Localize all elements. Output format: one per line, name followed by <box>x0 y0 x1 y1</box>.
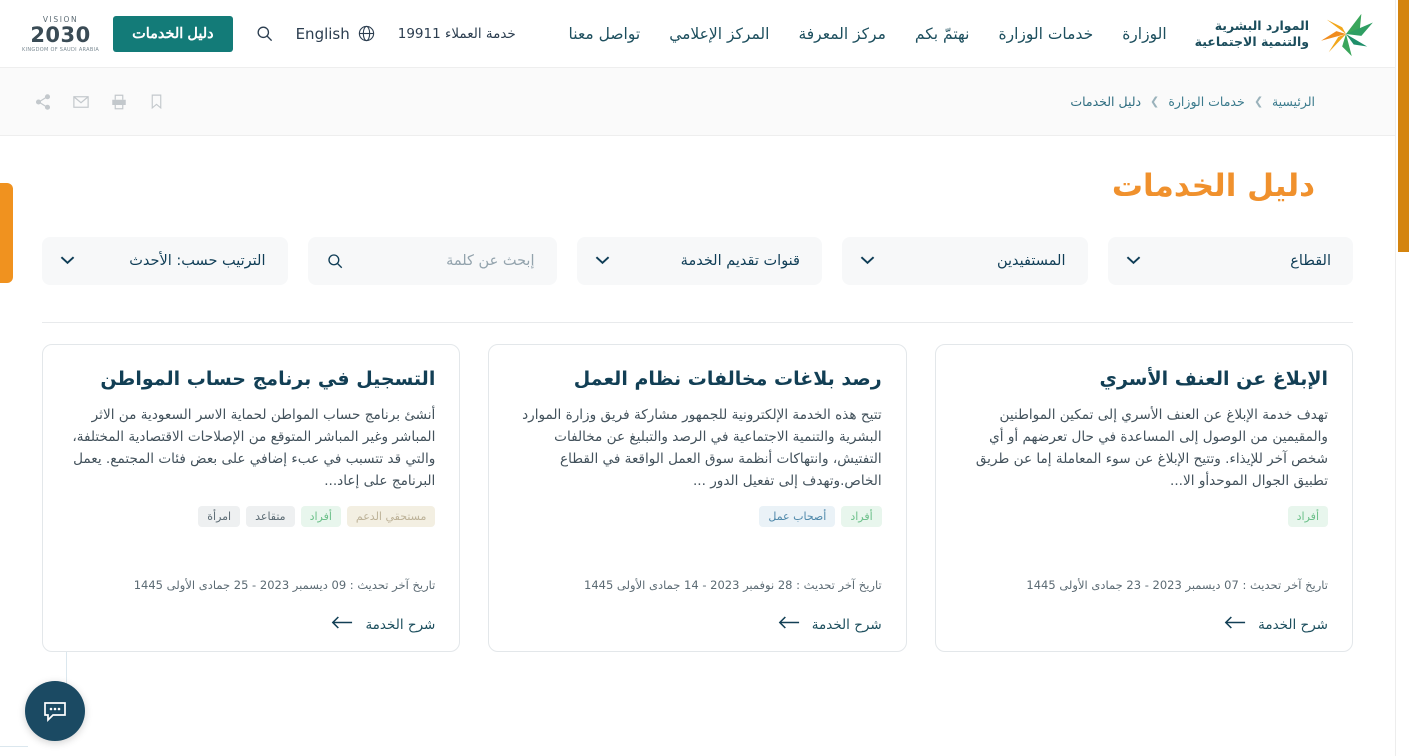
filter-bar: القطاع المستفيدين قنوات تقديم الخدمة إبح… <box>0 237 1395 285</box>
breadcrumb-home[interactable]: الرئيسية <box>1272 94 1315 109</box>
search-button[interactable] <box>255 24 274 43</box>
customer-service-text: خدمة العملاء 19911 <box>397 25 516 42</box>
service-card-date: تاريخ آخر تحديث : 07 ديسمبر 2023 - 23 جم… <box>1026 578 1328 592</box>
service-card-tags: أفراد <box>960 505 1328 527</box>
email-icon <box>73 95 89 108</box>
chat-bubble-icon <box>44 702 66 723</box>
breadcrumb-bar: الرئيسية ❮ خدمات الوزارة ❮ دليل الخدمات <box>0 68 1395 136</box>
service-card-title: الإبلاغ عن العنف الأسري <box>1099 368 1328 390</box>
language-switcher[interactable]: English <box>296 24 376 43</box>
side-feedback-tab[interactable] <box>0 183 13 283</box>
filter-sort[interactable]: الترتيب حسب: الأحدث <box>42 237 288 285</box>
brand-line-1: الموارد البشرية <box>1214 17 1309 33</box>
tag-badge[interactable]: أفراد <box>841 505 882 527</box>
service-details-link[interactable]: شرح الخدمة <box>513 616 882 633</box>
breadcrumb: الرئيسية ❮ خدمات الوزارة ❮ دليل الخدمات <box>1070 94 1315 109</box>
vision-year-text: 2030 <box>30 22 91 47</box>
bookmark-icon <box>151 94 162 110</box>
service-card-description: تهدف خدمة الإبلاغ عن العنف الأسري إلى تم… <box>975 406 1328 489</box>
tag-badge[interactable]: مستحقي الدعم <box>346 505 436 527</box>
services-guide-button[interactable]: دليل الخدمات <box>113 15 233 52</box>
service-details-label: شرح الخدمة <box>811 616 882 633</box>
service-card-title: التسجيل في برنامج حساب المواطن <box>100 368 436 390</box>
service-card-title: رصد بلاغات مخالفات نظام العمل <box>573 368 882 390</box>
service-card[interactable]: رصد بلاغات مخالفات نظام العمل تتيح هذه ا… <box>488 344 907 652</box>
page-title: دليل الخدمات <box>1111 167 1315 204</box>
arrow-left-icon <box>1224 616 1246 633</box>
breadcrumb-ministry-services[interactable]: خدمات الوزارة <box>1168 94 1244 109</box>
header-utilities: خدمة العملاء 19911 English دليل الخدمات <box>113 15 516 52</box>
service-card-description: أنشئ برنامج حساب المواطن لحماية الاسر ال… <box>72 406 436 489</box>
nav-contact-us[interactable]: تواصل معنا <box>569 21 641 47</box>
language-label: English <box>295 24 350 43</box>
search-input[interactable] <box>353 253 535 269</box>
page-scrollbar[interactable] <box>1395 0 1410 756</box>
tag-badge[interactable]: أفراد <box>1287 505 1328 527</box>
page-tools <box>34 93 165 111</box>
search-field-wrapper[interactable] <box>307 237 557 285</box>
service-card[interactable]: الإبلاغ عن العنف الأسري تهدف خدمة الإبلا… <box>934 344 1353 652</box>
filter-service-channels[interactable]: قنوات تقديم الخدمة <box>576 237 822 285</box>
nav-we-care[interactable]: نهتمّ بكم <box>915 21 970 47</box>
nav-ministry[interactable]: الوزارة <box>1122 21 1166 47</box>
bookmark-button[interactable] <box>148 93 165 110</box>
chevron-down-icon <box>595 255 610 268</box>
chevron-down-icon <box>1126 255 1141 268</box>
brand-line-2: والتنمية الاجتماعية <box>1194 33 1309 49</box>
breadcrumb-separator-icon: ❮ <box>1150 95 1160 108</box>
print-button[interactable] <box>110 93 128 111</box>
breadcrumb-separator-icon: ❮ <box>1253 95 1263 108</box>
nav-media-center[interactable]: المركز الإعلامي <box>669 21 769 47</box>
main-nav: الوزارة خدمات الوزارة نهتمّ بكم مركز الم… <box>569 21 1167 47</box>
tag-badge[interactable]: أفراد <box>300 505 341 527</box>
service-details-label: شرح الخدمة <box>365 616 436 633</box>
chat-button[interactable] <box>25 681 85 741</box>
vision-2030-logo: VISION 2030 KINGDOM OF SAUDI ARABIA <box>22 15 99 53</box>
hrsd-brand[interactable]: الموارد البشرية والتنمية الاجتماعية <box>1195 10 1375 58</box>
nav-ministry-services[interactable]: خدمات الوزارة <box>998 21 1093 47</box>
chevron-down-icon <box>60 255 75 268</box>
search-icon <box>257 26 272 42</box>
share-button[interactable] <box>34 93 52 111</box>
service-details-label: شرح الخدمة <box>1258 616 1328 633</box>
tag-badge[interactable]: أصحاب عمل <box>759 505 836 527</box>
globe-icon <box>358 25 374 42</box>
arrow-left-icon <box>331 616 353 633</box>
nav-knowledge-center[interactable]: مركز المعرفة <box>798 21 885 47</box>
service-details-link[interactable]: شرح الخدمة <box>67 616 435 633</box>
filter-beneficiaries[interactable]: المستفيدين <box>842 237 1088 285</box>
tag-badge[interactable]: امرأة <box>198 505 241 527</box>
service-cards-grid: الإبلاغ عن العنف الأسري تهدف خدمة الإبلا… <box>0 323 1395 652</box>
print-icon <box>112 94 126 109</box>
chevron-down-icon <box>860 255 875 268</box>
chat-decoration-line-horizontal <box>0 746 28 747</box>
brand-name: الموارد البشرية والتنمية الاجتماعية <box>1195 18 1309 49</box>
search-icon <box>327 254 342 269</box>
filter-sort-label: الترتيب حسب: الأحدث <box>129 253 266 269</box>
service-card[interactable]: التسجيل في برنامج حساب المواطن أنشئ برنا… <box>42 344 461 652</box>
filter-service-channels-label: قنوات تقديم الخدمة <box>680 253 800 269</box>
vision-bottom-text: KINGDOM OF SAUDI ARABIA <box>22 46 100 53</box>
service-card-date: تاريخ آخر تحديث : 28 نوفمبر 2023 - 14 جم… <box>584 578 882 592</box>
scrollbar-thumb[interactable] <box>1398 0 1409 252</box>
tag-badge[interactable]: متقاعد <box>246 505 295 527</box>
filter-beneficiaries-label: المستفيدين <box>996 253 1066 269</box>
filter-sector[interactable]: القطاع <box>1107 237 1353 285</box>
breadcrumb-services-guide: دليل الخدمات <box>1070 94 1142 109</box>
email-button[interactable] <box>72 93 90 111</box>
page-root: VISION 2030 KINGDOM OF SAUDI ARABIA المو… <box>0 0 1395 756</box>
service-card-date: تاريخ آخر تحديث : 09 ديسمبر 2023 - 25 جم… <box>133 578 436 592</box>
service-details-link[interactable]: شرح الخدمة <box>960 616 1328 633</box>
hrsd-star-logo <box>1321 13 1373 56</box>
hero-section: دليل الخدمات <box>0 136 1395 235</box>
site-header: VISION 2030 KINGDOM OF SAUDI ARABIA المو… <box>0 0 1395 68</box>
service-card-tags: أفراد أصحاب عمل <box>513 505 882 527</box>
service-card-description: تتيح هذه الخدمة الإلكترونية للجمهور مشار… <box>522 406 882 489</box>
share-icon <box>35 93 51 110</box>
arrow-left-icon <box>778 616 800 633</box>
filter-sector-label: القطاع <box>1290 253 1331 269</box>
service-card-tags: مستحقي الدعم أفراد متقاعد امرأة <box>67 505 436 527</box>
